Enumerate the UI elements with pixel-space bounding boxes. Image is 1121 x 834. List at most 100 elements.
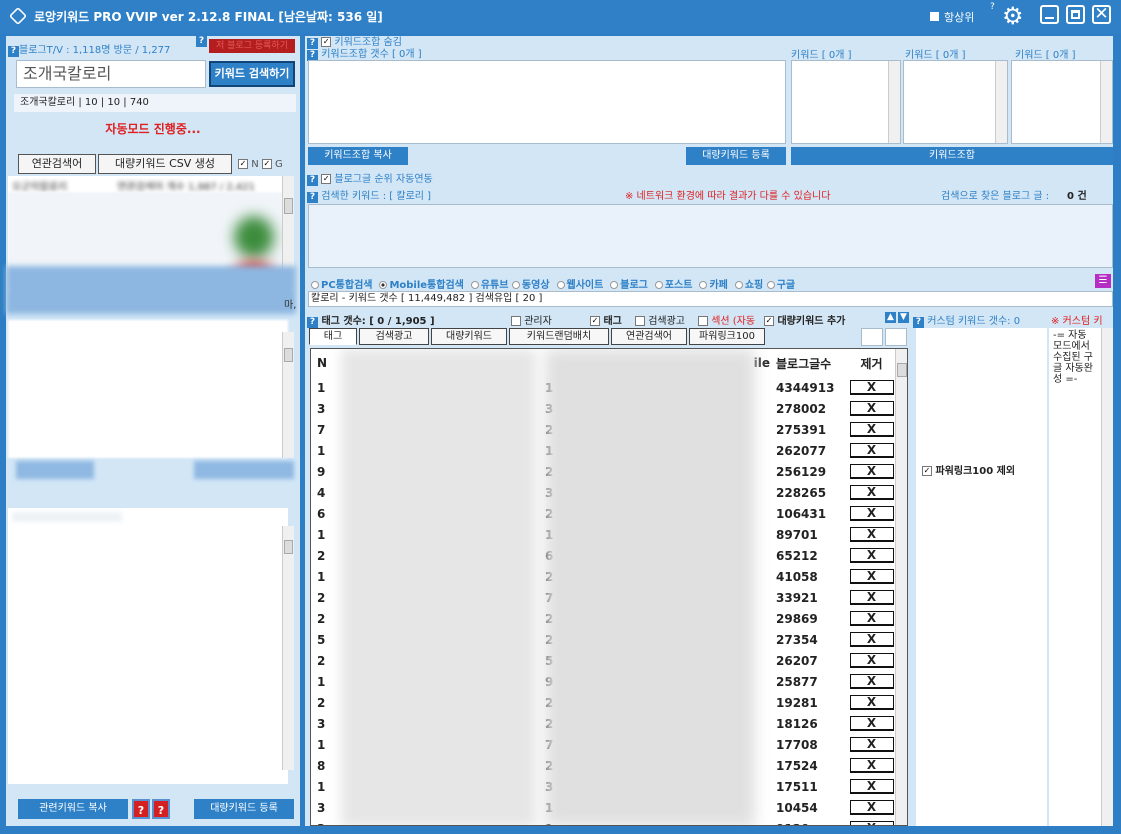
keyword-textarea-3[interactable] bbox=[1011, 60, 1113, 144]
blog-rank-checkbox[interactable]: ✓ bbox=[321, 174, 332, 184]
search-ad-check[interactable]: 검색광고 bbox=[635, 312, 685, 327]
combo-textarea[interactable] bbox=[308, 60, 786, 144]
arrow-down-icon[interactable]: ▼ bbox=[898, 312, 909, 323]
result-scrollbar[interactable] bbox=[895, 349, 907, 825]
radio-shopping[interactable]: 쇼핑 bbox=[734, 280, 763, 291]
remove-button[interactable]: X bbox=[849, 611, 894, 626]
maximize-button[interactable] bbox=[1066, 5, 1085, 24]
searched-keyword-label: 검색한 키워드 : [ 칼로리 ] bbox=[321, 191, 432, 202]
minimize-button[interactable] bbox=[1040, 5, 1059, 24]
help-icon[interactable]: ? bbox=[913, 317, 924, 328]
radio-cafe[interactable]: 카페 bbox=[699, 280, 728, 291]
keyword-textarea-1[interactable] bbox=[791, 60, 901, 144]
g-checkbox[interactable]: ✓ bbox=[261, 159, 272, 169]
tab-csv-generate[interactable]: 대량키워드 CSV 생성 bbox=[98, 154, 232, 174]
header-remove[interactable]: 제거 bbox=[846, 349, 897, 377]
powerlink-exclude-check[interactable]: ✓ 파워링크100 제외 bbox=[922, 462, 1015, 477]
scrollbar[interactable] bbox=[282, 526, 294, 770]
tab-bulk-keyword[interactable]: 대량키워드 bbox=[431, 328, 507, 345]
remove-button[interactable]: X bbox=[849, 632, 894, 647]
radio-mobile[interactable]: Mobile통합검색 bbox=[379, 280, 464, 291]
keyword-combo-button[interactable]: 키워드조합 bbox=[791, 147, 1113, 165]
close-button[interactable]: ✕ bbox=[1092, 5, 1111, 24]
tab-related[interactable]: 연관검색어 bbox=[611, 328, 687, 345]
tag-check[interactable]: ✓ 태그 bbox=[590, 312, 622, 327]
keyword-summary: 칼로리 - 키워드 갯수 [ 11,449,482 ] 검색유입 [ 20 ] bbox=[308, 291, 1113, 307]
window-title: 로앙키워드 PRO VVIP ver 2.12.8 FINAL [남은날짜: 5… bbox=[34, 10, 383, 24]
remove-button[interactable]: X bbox=[849, 674, 894, 689]
arrow-up-icon[interactable]: ▲ bbox=[885, 312, 896, 323]
radio-google[interactable]: 구글 bbox=[766, 280, 795, 291]
result-table-frame: N ile 블로그글수 제거 114344913X33278002X722753… bbox=[310, 348, 908, 826]
scrollbar[interactable] bbox=[282, 332, 294, 458]
tab-random[interactable]: 키워드랜덤배치 bbox=[509, 328, 609, 345]
help-icon[interactable]: ? bbox=[8, 46, 19, 57]
remove-button[interactable]: X bbox=[849, 590, 894, 605]
help-icon[interactable]: ? bbox=[307, 192, 318, 203]
n-checkbox[interactable]: ✓ bbox=[238, 159, 248, 169]
radio-blog[interactable]: 블로그 bbox=[610, 280, 648, 291]
help-button-1[interactable]: ? bbox=[132, 799, 150, 819]
radio-video[interactable]: 동영상 bbox=[511, 280, 550, 291]
remove-button[interactable]: X bbox=[849, 506, 894, 521]
bulk-keyword-register-button[interactable]: 대량키워드 등록 bbox=[194, 799, 294, 819]
remove-button[interactable]: X bbox=[849, 443, 894, 458]
remove-button[interactable]: X bbox=[849, 380, 894, 395]
tab-related-keywords[interactable]: 연관검색어 bbox=[18, 154, 96, 174]
always-on-top-checkbox[interactable] bbox=[930, 12, 939, 21]
source-checkboxes: ✓ N ✓ G bbox=[238, 159, 283, 170]
small-input-2[interactable] bbox=[885, 328, 907, 346]
header-blog-count[interactable]: 블로그글수 bbox=[770, 349, 846, 377]
remove-button[interactable]: X bbox=[849, 527, 894, 542]
help-mark[interactable]: ? bbox=[990, 2, 995, 12]
cell-blog-count: 27354 bbox=[776, 632, 818, 647]
remove-button[interactable]: X bbox=[849, 464, 894, 479]
copy-related-keywords-button[interactable]: 관련키워드 복사 bbox=[18, 799, 128, 819]
keyword-list-2[interactable] bbox=[8, 320, 288, 458]
radio-post[interactable]: 포스트 bbox=[654, 280, 692, 291]
auto-mode-status: 자동모드 진행중... bbox=[105, 122, 201, 136]
remove-button[interactable]: X bbox=[849, 569, 894, 584]
remove-button[interactable]: X bbox=[849, 800, 894, 815]
remove-button[interactable]: X bbox=[849, 485, 894, 500]
help-icon[interactable]: ? bbox=[307, 175, 318, 186]
remove-button[interactable]: X bbox=[849, 737, 894, 752]
remove-button[interactable]: X bbox=[849, 401, 894, 416]
remove-button[interactable]: X bbox=[849, 653, 894, 668]
radio-youtube[interactable]: 유튜브 bbox=[470, 280, 508, 291]
radio-pc[interactable]: PC통합검색 bbox=[311, 280, 372, 291]
keyword-textarea-2[interactable] bbox=[903, 60, 1008, 144]
small-input-1[interactable] bbox=[861, 328, 883, 346]
tab-tag[interactable]: 태그 bbox=[309, 328, 357, 345]
remove-button[interactable]: X bbox=[849, 422, 894, 437]
bulk-register-button[interactable]: 대량키워드 등록 bbox=[686, 147, 786, 165]
remove-button[interactable]: X bbox=[849, 716, 894, 731]
searched-keyword-row: ? 검색한 키워드 : [ 칼로리 ] bbox=[307, 187, 431, 203]
tab-powerlink[interactable]: 파워링크100 bbox=[689, 328, 765, 345]
remove-button[interactable]: X bbox=[849, 758, 894, 773]
g-label: G bbox=[275, 159, 283, 170]
radio-website[interactable]: 웹사이트 bbox=[556, 280, 603, 291]
keyword-search-button[interactable]: 키워드 검색하기 bbox=[209, 61, 295, 87]
remove-button[interactable]: X bbox=[849, 779, 894, 794]
remove-button[interactable]: X bbox=[849, 548, 894, 563]
badge-help-icon[interactable]: ? bbox=[196, 36, 207, 47]
bulk-add-check[interactable]: ✓ 대량키워드 추가 bbox=[764, 312, 845, 327]
copy-combo-button[interactable]: 키워드조합 복사 bbox=[308, 147, 408, 165]
custom-keyword-box[interactable]: ✓ 파워링크100 제외 bbox=[916, 328, 1047, 826]
gear-icon[interactable]: ⚙ bbox=[1002, 2, 1024, 30]
remove-button[interactable]: X bbox=[849, 821, 894, 825]
keyword-search-input[interactable]: 조개국칼로리 bbox=[16, 60, 206, 88]
tab-search-ad[interactable]: 검색광고 bbox=[359, 328, 429, 345]
admin-check[interactable]: 관리자 bbox=[511, 312, 552, 327]
register-blog-badge[interactable]: 저 블로그 등록하기 bbox=[209, 39, 295, 53]
list-menu-icon[interactable]: ☰ bbox=[1095, 274, 1111, 288]
help-button-2[interactable]: ? bbox=[152, 799, 170, 819]
blurred-row-band bbox=[6, 266, 296, 314]
blog-results-area[interactable] bbox=[308, 204, 1113, 268]
remove-button[interactable]: X bbox=[849, 695, 894, 710]
section-check[interactable]: 섹션 (자동 bbox=[698, 312, 755, 327]
help-icon[interactable]: ? bbox=[307, 317, 318, 328]
keyword-list-3[interactable] bbox=[8, 508, 288, 784]
google-autocomplete-box[interactable]: -= 자동모드에서 수집된 구글 자동완성 =- bbox=[1049, 328, 1113, 826]
